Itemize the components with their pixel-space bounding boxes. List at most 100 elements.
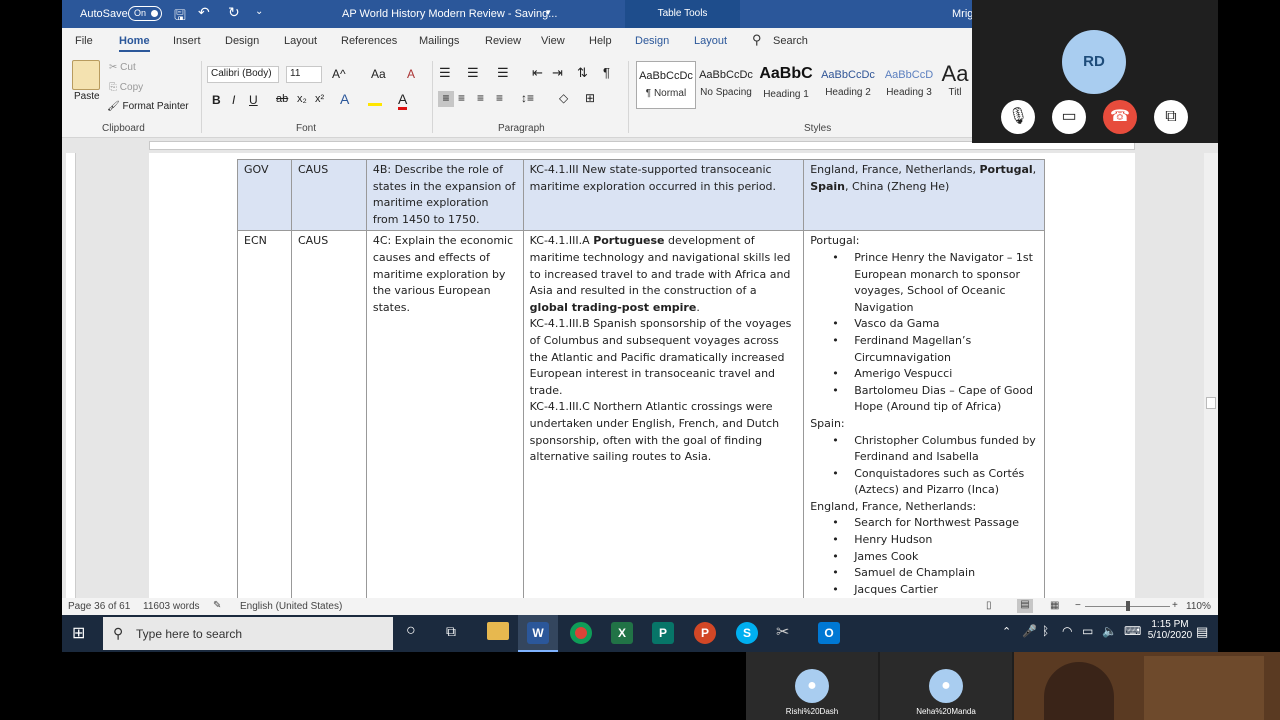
bluetooth-icon[interactable]: ᛒ xyxy=(1042,624,1049,638)
powerpoint-icon[interactable]: P xyxy=(694,622,716,644)
show-marks-icon[interactable]: ¶ xyxy=(603,65,610,80)
sort-icon[interactable]: ⇅ xyxy=(577,65,588,81)
tab-home[interactable]: Home xyxy=(119,35,150,52)
tab-table-design[interactable]: Design xyxy=(635,35,669,47)
superscript-icon[interactable]: x² xyxy=(315,93,324,105)
table-cell[interactable]: ECN xyxy=(237,230,292,598)
style-heading-2[interactable]: AaBbCcDc Heading 2 xyxy=(818,61,878,109)
tab-layout[interactable]: Layout xyxy=(284,35,317,47)
table-cell[interactable]: Portugal: Prince Henry the Navigator – 1… xyxy=(803,230,1045,598)
change-case-icon[interactable]: Aa xyxy=(371,67,386,81)
style-title[interactable]: Aa Titl xyxy=(938,61,972,109)
tab-references[interactable]: References xyxy=(341,35,397,47)
file-explorer-icon[interactable] xyxy=(487,622,509,640)
align-center-icon[interactable]: ≡ xyxy=(458,91,465,105)
table-cell[interactable]: CAUS xyxy=(290,158,367,232)
proofing-icon[interactable]: ✎ xyxy=(213,600,221,611)
customize-qat-icon[interactable]: ⌄ xyxy=(255,6,263,17)
underline-icon[interactable]: U xyxy=(249,93,258,107)
subscript-icon[interactable]: x₂ xyxy=(297,93,307,105)
redo-icon[interactable]: ↻ xyxy=(228,4,240,21)
tab-help[interactable]: Help xyxy=(589,35,612,47)
word-taskbar-item[interactable]: W xyxy=(518,615,558,652)
page-count[interactable]: Page 36 of 61 xyxy=(68,601,130,612)
keyboard-icon[interactable]: ⌨ xyxy=(1124,624,1141,638)
save-icon[interactable]: 🖫 xyxy=(174,5,186,29)
undo-icon[interactable]: ↶ xyxy=(198,4,210,21)
search-icon[interactable]: ⚲ xyxy=(752,32,762,48)
zoom-slider-thumb[interactable] xyxy=(1126,601,1130,611)
microphone-icon[interactable]: 🎙 xyxy=(1001,100,1035,134)
clock[interactable]: 1:15 PM 5/10/2020 xyxy=(1145,619,1195,641)
style-heading-1[interactable]: AaBbC Heading 1 xyxy=(756,61,816,109)
scrollbar-thumb[interactable] xyxy=(1206,397,1216,409)
style-heading-3[interactable]: AaBbCcD Heading 3 xyxy=(879,61,939,109)
align-right-icon[interactable]: ≡ xyxy=(477,91,484,105)
table-cell[interactable]: GOV xyxy=(237,158,292,232)
camera-icon[interactable]: ▭ xyxy=(1052,100,1086,134)
copy-button[interactable]: ⎘ Copy xyxy=(109,82,143,93)
taskbar-search-box[interactable]: ⚲ Type here to search xyxy=(103,617,393,650)
italic-icon[interactable]: I xyxy=(232,93,235,107)
decrease-indent-icon[interactable]: ⇤ xyxy=(532,65,543,81)
table-cell[interactable]: 4B: Describe the role of states in the e… xyxy=(365,158,524,232)
tray-chevron-icon[interactable]: ⌃ xyxy=(1002,625,1011,638)
document-page[interactable]: GOV CAUS 4B: Describe the role of states… xyxy=(149,153,1135,598)
zoom-out-icon[interactable]: − xyxy=(1075,600,1081,611)
table-cell[interactable]: KC-4.1.III New state-supported transocea… xyxy=(522,158,805,232)
zoom-level[interactable]: 110% xyxy=(1186,601,1211,612)
bold-icon[interactable]: B xyxy=(212,93,221,107)
clear-format-icon[interactable]: A xyxy=(407,67,415,81)
paste-icon[interactable] xyxy=(72,60,100,90)
screen-share-icon[interactable]: ⧉ xyxy=(1154,100,1188,134)
network-icon[interactable]: ◠ xyxy=(1062,624,1072,638)
font-color-icon[interactable]: A xyxy=(398,91,408,110)
font-name-select[interactable]: Calibri (Body) xyxy=(207,66,279,83)
highlight-icon[interactable] xyxy=(368,92,382,106)
participant-tile[interactable]: ● Rishi%20Dash xyxy=(746,652,878,720)
participant-tile[interactable]: ● Neha%20Manda xyxy=(880,652,1012,720)
cut-button[interactable]: ✂ Cut xyxy=(109,62,136,73)
ap-review-table[interactable]: GOV CAUS 4B: Describe the role of states… xyxy=(237,158,1045,598)
tab-insert[interactable]: Insert xyxy=(173,35,201,47)
style-no-spacing[interactable]: AaBbCcDc No Spacing xyxy=(696,61,756,109)
language-status[interactable]: English (United States) xyxy=(240,601,342,612)
windows-start-icon[interactable]: ⊞ xyxy=(72,623,85,643)
read-mode-icon[interactable]: ▯ xyxy=(986,600,992,611)
tab-file[interactable]: File xyxy=(75,35,93,47)
shading-icon[interactable]: ◇ xyxy=(559,91,568,105)
table-cell[interactable]: 4C: Explain the economic causes and effe… xyxy=(365,230,524,598)
style-normal[interactable]: AaBbCcDc ¶ Normal xyxy=(636,61,696,109)
task-view-icon[interactable]: ⧉ xyxy=(446,623,456,640)
volume-icon[interactable]: 🔈 xyxy=(1102,624,1117,638)
word-count[interactable]: 11603 words xyxy=(143,601,200,612)
justify-icon[interactable]: ≡ xyxy=(496,91,503,105)
strikethrough-icon[interactable]: ab xyxy=(276,93,288,105)
excel-icon[interactable]: X xyxy=(611,622,633,644)
table-cell[interactable]: CAUS xyxy=(290,230,367,598)
paste-button[interactable]: Paste xyxy=(74,91,100,102)
battery-icon[interactable]: ▭ xyxy=(1082,624,1093,638)
format-painter-button[interactable]: 🖌 Format Painter xyxy=(107,101,189,112)
web-layout-icon[interactable]: ▦ xyxy=(1050,600,1059,611)
print-layout-icon[interactable]: ▤ xyxy=(1017,599,1033,613)
tab-review[interactable]: Review xyxy=(485,35,521,47)
text-effects-icon[interactable]: A xyxy=(340,91,349,107)
search-label[interactable]: Search xyxy=(773,35,808,47)
font-size-select[interactable]: 11 xyxy=(286,66,322,83)
action-center-icon[interactable]: ▤ xyxy=(1196,624,1208,640)
line-spacing-icon[interactable]: ↕≡ xyxy=(521,91,534,105)
numbering-icon[interactable]: ☰ xyxy=(467,65,479,81)
outlook-icon[interactable]: O xyxy=(818,622,840,644)
chevron-down-icon[interactable]: ▾ xyxy=(546,7,551,18)
snipping-tool-icon[interactable]: ✂ xyxy=(776,622,789,642)
tab-table-layout[interactable]: Layout xyxy=(694,35,727,47)
microphone-tray-icon[interactable]: 🎤 xyxy=(1022,624,1037,638)
user-name[interactable]: Mrig xyxy=(952,8,973,20)
bullets-icon[interactable]: ☰ xyxy=(439,65,451,81)
skype-icon[interactable]: S xyxy=(736,622,758,644)
publisher-icon[interactable]: P xyxy=(652,622,674,644)
align-left-icon[interactable]: ≡ xyxy=(438,91,454,107)
increase-indent-icon[interactable]: ⇥ xyxy=(552,65,563,81)
cortana-icon[interactable]: ○ xyxy=(406,622,416,640)
